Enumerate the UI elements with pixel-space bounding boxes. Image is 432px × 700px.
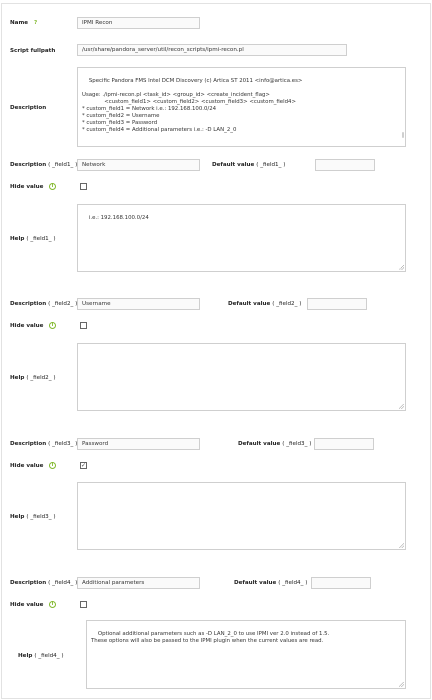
- info-icon[interactable]: i: [49, 183, 56, 190]
- field2-default-label: Default value ( _field2_ ): [228, 301, 302, 307]
- field3-help-label: Help ( _field3_ ): [10, 514, 56, 520]
- field1-hide-checkbox[interactable]: [80, 183, 87, 190]
- field2-help-textarea[interactable]: [77, 343, 406, 411]
- description-label: Description: [10, 105, 47, 111]
- field1-help-textarea[interactable]: i.e.: 192.168.100.0/24: [77, 204, 406, 272]
- script-fullpath-input[interactable]: /usr/share/pandora_server/util/recon_scr…: [77, 44, 347, 56]
- info-icon[interactable]: i: [49, 601, 56, 608]
- field4-help-text: Optional additional parameters such as -…: [91, 631, 330, 644]
- field4-hide-checkbox[interactable]: [80, 601, 87, 608]
- form-panel: Name ? IPMI Recon Script fullpath /usr/s…: [1, 3, 431, 699]
- field1-description-input[interactable]: Network: [77, 159, 200, 171]
- field1-help-text: i.e.: 192.168.100.0/24: [88, 215, 149, 221]
- field4-default-input[interactable]: [311, 577, 371, 589]
- field2-hide-label: Hide value: [10, 323, 44, 329]
- field3-hide-checkbox[interactable]: ✓: [80, 462, 87, 469]
- field3-description-input[interactable]: Password: [77, 438, 200, 450]
- description-scrollbar[interactable]: [402, 70, 404, 138]
- name-label: Name ?: [10, 20, 38, 26]
- resize-handle[interactable]: [399, 404, 404, 409]
- field3-help-textarea[interactable]: [77, 482, 406, 550]
- name-input[interactable]: IPMI Recon: [77, 17, 200, 29]
- field2-description-label: Description ( _field2_ ): [10, 301, 78, 307]
- info-icon[interactable]: i: [49, 322, 56, 329]
- field4-default-label: Default value ( _field4_ ): [234, 580, 308, 586]
- field1-help-label: Help ( _field1_ ): [10, 236, 56, 242]
- field1-hide-label: Hide value: [10, 184, 44, 190]
- field3-description-label: Description ( _field3_ ): [10, 441, 78, 447]
- field1-default-input[interactable]: [315, 159, 375, 171]
- field1-description-label: Description ( _field1_ ): [10, 162, 78, 168]
- field4-description-label: Description ( _field4_ ): [10, 580, 78, 586]
- resize-handle[interactable]: [399, 682, 404, 687]
- description-text: Specific Pandora FMS Intel DCM Discovery…: [82, 78, 303, 133]
- description-textarea[interactable]: Specific Pandora FMS Intel DCM Discovery…: [77, 67, 406, 147]
- field2-help-label: Help ( _field2_ ): [10, 375, 56, 381]
- field3-default-input[interactable]: [314, 438, 374, 450]
- field2-default-input[interactable]: [307, 298, 367, 310]
- field3-hide-label: Hide value: [10, 463, 44, 469]
- field2-hide-checkbox[interactable]: [80, 322, 87, 329]
- field4-help-textarea[interactable]: Optional additional parameters such as -…: [86, 620, 406, 689]
- field4-description-input[interactable]: Additional parameters: [77, 577, 200, 589]
- resize-handle[interactable]: [399, 265, 404, 270]
- field3-default-label: Default value ( _field3_ ): [238, 441, 312, 447]
- info-icon[interactable]: i: [49, 462, 56, 469]
- field4-help-label: Help ( _field4_ ): [18, 653, 64, 659]
- field1-default-label: Default value ( _field1_ ): [212, 162, 286, 168]
- resize-handle[interactable]: [399, 543, 404, 548]
- script-fullpath-label: Script fullpath: [10, 48, 56, 54]
- field2-description-input[interactable]: Username: [77, 298, 200, 310]
- help-question-icon[interactable]: ?: [34, 20, 37, 26]
- field4-hide-label: Hide value: [10, 602, 44, 608]
